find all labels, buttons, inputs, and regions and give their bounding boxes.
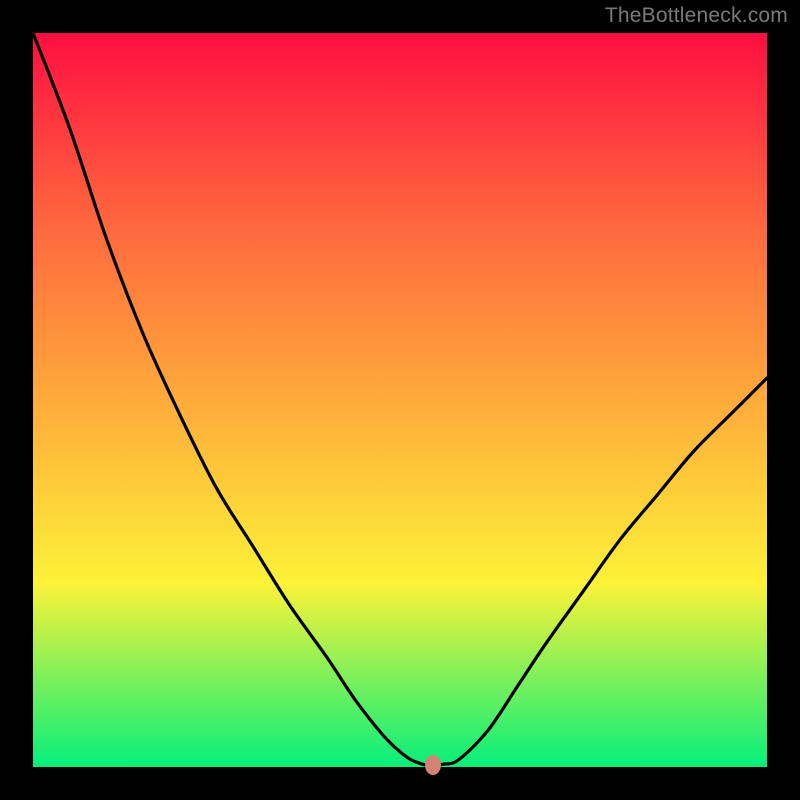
optimal-point-marker bbox=[425, 755, 441, 775]
chart-frame: TheBottleneck.com bbox=[0, 0, 800, 800]
watermark-text: TheBottleneck.com bbox=[605, 4, 788, 28]
bottleneck-curve bbox=[33, 33, 767, 767]
